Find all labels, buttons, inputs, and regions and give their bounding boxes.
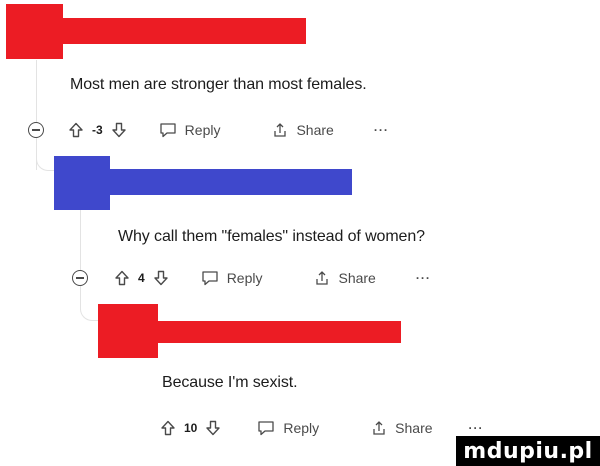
upvote-icon[interactable] [114,270,130,286]
more-icon[interactable]: ··· [416,271,431,285]
share-label: Share [395,420,433,436]
comment-actions: 4 Reply Share ··· [114,266,431,290]
share-label: Share [338,270,376,286]
comment-actions: -3 Reply Share ··· [68,118,389,142]
share-icon [314,270,330,286]
share-icon [272,122,288,138]
vote-score: 4 [138,271,145,285]
comment-body: Most men are stronger than most females. [70,76,367,93]
watermark: mdupiu.pl [456,436,600,466]
share-button[interactable]: Share [371,420,433,436]
reply-label: Reply [283,420,320,436]
reply-label: Reply [184,122,221,138]
reply-button[interactable]: Reply [201,270,263,286]
reply-label: Reply [226,270,263,286]
collapse-icon[interactable] [72,270,88,286]
comment-body: Why call them "females" instead of women… [118,228,425,245]
comment-body: Because I'm sexist. [162,374,298,391]
share-button[interactable]: Share [314,270,376,286]
reply-icon [257,420,275,436]
share-label: Share [296,122,334,138]
share-icon [371,420,387,436]
collapse-icon[interactable] [28,122,44,138]
reply-button[interactable]: Reply [257,420,319,436]
downvote-icon[interactable] [153,270,169,286]
more-icon[interactable]: ··· [374,123,389,137]
vote-score: 10 [184,421,198,435]
downvote-icon[interactable] [111,122,127,138]
vote-score: -3 [92,123,103,137]
thread-hook [80,290,99,321]
redacted-username [98,321,401,343]
upvote-icon[interactable] [68,122,84,138]
share-button[interactable]: Share [272,122,334,138]
more-icon[interactable]: ··· [469,421,484,435]
downvote-icon[interactable] [205,420,221,436]
reply-icon [159,122,177,138]
reply-button[interactable]: Reply [159,122,221,138]
redacted-username [54,169,352,195]
comment-actions: 10 Reply Share ··· [160,416,484,440]
upvote-icon[interactable] [160,420,176,436]
reply-icon [201,270,219,286]
redacted-username [6,18,306,44]
